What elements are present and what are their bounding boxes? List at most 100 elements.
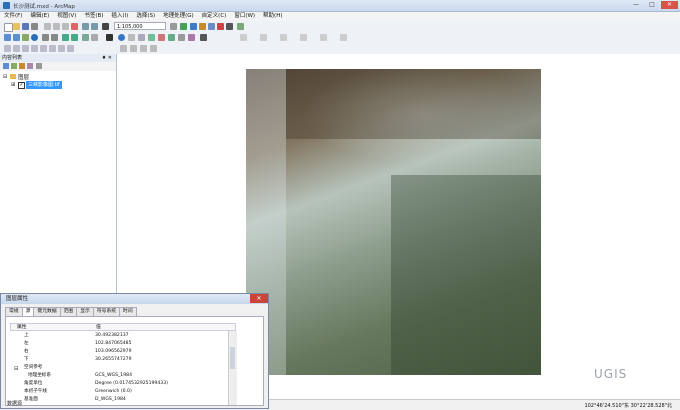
pan-icon[interactable] — [22, 34, 29, 41]
hyperlink-icon[interactable] — [128, 34, 135, 41]
layout-zoom-in-icon[interactable] — [4, 45, 11, 52]
draw-tool-2-icon[interactable] — [130, 45, 137, 52]
paste-icon[interactable] — [62, 23, 69, 30]
minimize-button[interactable]: — — [629, 1, 643, 9]
table-row[interactable]: 左 102.847065485 — [10, 340, 236, 348]
clear-selection-icon[interactable] — [91, 34, 98, 41]
menu-insert[interactable]: 插入(I) — [107, 12, 132, 21]
search-window-icon[interactable] — [208, 23, 215, 30]
menu-windows[interactable]: 窗口(W) — [230, 12, 259, 21]
list-by-visibility-icon[interactable] — [19, 63, 25, 69]
menu-edit[interactable]: 编辑(E) — [26, 12, 53, 21]
list-by-source-icon[interactable] — [11, 63, 17, 69]
catalog-window-icon[interactable] — [199, 23, 206, 30]
tab-general[interactable]: 常规 — [5, 307, 23, 316]
scrollbar-thumb[interactable] — [230, 347, 235, 369]
add-data-icon[interactable] — [102, 23, 109, 30]
scale-dropdown-icon[interactable] — [170, 23, 177, 30]
zoom-in-icon[interactable] — [4, 34, 11, 41]
layer-name[interactable]: 三峡影像图.tif — [26, 81, 62, 89]
zoom-whole-page-icon[interactable] — [31, 45, 38, 52]
tab-display[interactable]: 显示 — [76, 307, 94, 316]
table-row[interactable]: 右 103.096562979 — [10, 348, 236, 356]
menu-view[interactable]: 视图(V) — [53, 12, 80, 21]
table-row[interactable]: 地理坐标系 GCS_WGS_1984 — [10, 372, 236, 380]
arctoolbox-icon[interactable] — [217, 23, 224, 30]
list-by-drawing-order-icon[interactable] — [3, 63, 9, 69]
undo-icon[interactable] — [82, 23, 89, 30]
dialog-close-button[interactable]: ✕ — [250, 294, 268, 303]
select-features-icon[interactable] — [82, 34, 89, 41]
georef-tool-3-icon[interactable] — [280, 34, 287, 41]
html-popup-icon[interactable] — [138, 34, 145, 41]
close-button[interactable]: ✕ — [661, 1, 678, 9]
toc-pin-close[interactable]: ♦ ✕ — [102, 54, 112, 62]
menu-selection[interactable]: 选择(S) — [132, 12, 159, 21]
toc-options-icon[interactable] — [36, 63, 42, 69]
model-builder-icon[interactable] — [237, 23, 244, 30]
cut-icon[interactable] — [44, 23, 51, 30]
layout-pan-icon[interactable] — [22, 45, 29, 52]
table-row[interactable]: ⊟ 空间参考 — [10, 364, 236, 372]
draw-tool-3-icon[interactable] — [140, 45, 147, 52]
go-to-xy-icon[interactable] — [178, 34, 185, 41]
menu-customize[interactable]: 自定义(C) — [198, 12, 231, 21]
zoom-100-icon[interactable] — [40, 45, 47, 52]
find-route-icon[interactable] — [168, 34, 175, 41]
editor-toolbar-icon[interactable] — [180, 23, 187, 30]
identify-icon[interactable] — [118, 34, 125, 41]
layout-forward-icon[interactable] — [67, 45, 74, 52]
table-row[interactable]: 下 30.2655747279 — [10, 356, 236, 364]
menu-help[interactable]: 帮助(H) — [259, 12, 286, 21]
layer-expand-icon[interactable]: ⊞ — [11, 82, 15, 88]
menu-bookmarks[interactable]: 书签(B) — [80, 12, 107, 21]
toc-window-icon[interactable] — [190, 23, 197, 30]
back-extent-icon[interactable] — [62, 34, 69, 41]
print-icon[interactable] — [31, 23, 38, 30]
forward-extent-icon[interactable] — [71, 34, 78, 41]
georef-tool-1-icon[interactable] — [240, 34, 247, 41]
open-folder-icon[interactable] — [13, 23, 20, 30]
layout-back-icon[interactable] — [58, 45, 65, 52]
menu-geoprocessing[interactable]: 地理处理(G) — [159, 12, 198, 21]
table-row[interactable]: 本初子午线 Greenwich (0.0) — [10, 388, 236, 396]
fixed-zoom-in-icon[interactable] — [42, 34, 49, 41]
tab-extent[interactable]: 范围 — [59, 307, 78, 316]
map-scale-input[interactable]: 1:105,000 — [114, 22, 166, 30]
table-row[interactable]: 角度单位 Degree (0.0174532925199433) — [10, 380, 236, 388]
tab-key-metadata[interactable]: 键元数据 — [33, 307, 61, 316]
delete-icon[interactable] — [71, 23, 78, 30]
tab-time[interactable]: 时间 — [119, 307, 137, 316]
property-grid-scrollbar[interactable] — [228, 331, 237, 405]
georef-tool-4-icon[interactable] — [300, 34, 307, 41]
full-extent-icon[interactable] — [31, 34, 38, 41]
georef-tool-2-icon[interactable] — [260, 34, 267, 41]
menu-file[interactable]: 文件(F) — [0, 12, 26, 21]
find-icon[interactable] — [158, 34, 165, 41]
new-document-icon[interactable] — [4, 23, 13, 32]
measure-icon[interactable] — [148, 34, 155, 41]
georef-tool-5-icon[interactable] — [320, 34, 327, 41]
table-row[interactable]: 基准面 D_WGS_1984 — [10, 396, 236, 404]
copy-icon[interactable] — [53, 23, 60, 30]
select-elements-icon[interactable] — [106, 34, 113, 41]
tab-symbology[interactable]: 符号系统 — [92, 307, 121, 316]
redo-icon[interactable] — [91, 23, 98, 30]
georef-tool-6-icon[interactable] — [340, 34, 347, 41]
save-icon[interactable] — [22, 23, 29, 30]
layout-zoom-out-icon[interactable] — [13, 45, 20, 52]
table-row[interactable]: 上 30.492382137 — [10, 332, 236, 340]
list-by-selection-icon[interactable] — [27, 63, 33, 69]
time-slider-icon[interactable] — [188, 34, 195, 41]
create-viewer-icon[interactable] — [200, 34, 207, 41]
layer-visibility-checkbox[interactable]: ✓ — [18, 82, 25, 89]
python-window-icon[interactable] — [226, 23, 233, 30]
maximize-button[interactable]: □ — [645, 1, 659, 9]
zoom-out-icon[interactable] — [13, 34, 20, 41]
draw-tool-4-icon[interactable] — [150, 45, 157, 52]
draw-tool-1-icon[interactable] — [120, 45, 127, 52]
layout-fixed-zoom-icon[interactable] — [49, 45, 56, 52]
layers-group-label[interactable]: 图层 — [18, 73, 29, 81]
collapse-icon[interactable]: ⊟ — [3, 74, 7, 80]
fixed-zoom-out-icon[interactable] — [51, 34, 58, 41]
